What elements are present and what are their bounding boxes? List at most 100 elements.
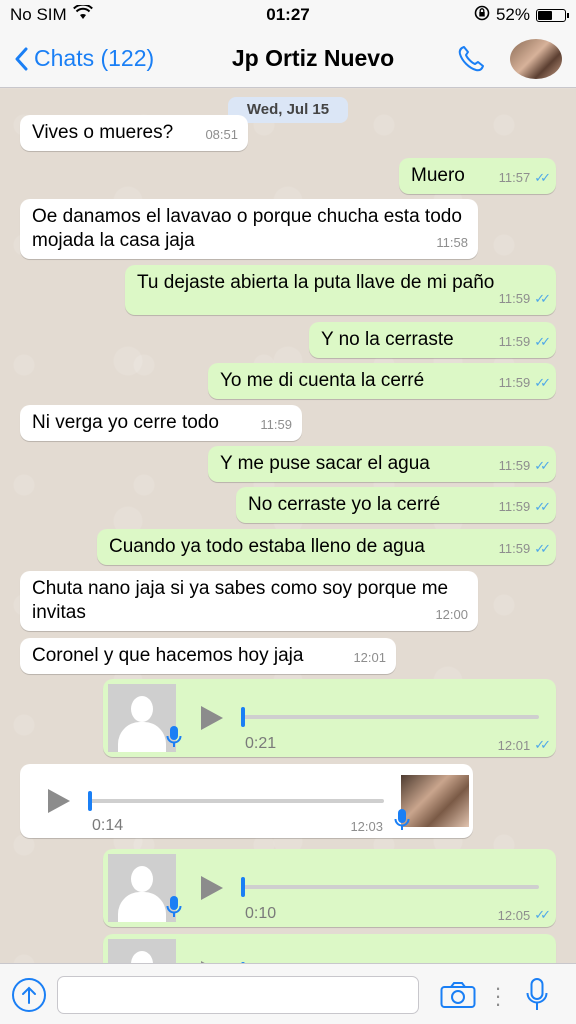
read-checkmark-icon: ✓✓ <box>534 375 551 390</box>
voice-message-outgoing[interactable]: 0:10 12:05 ✓✓ <box>103 849 556 927</box>
voice-message-outgoing-partial[interactable] <box>103 934 556 963</box>
battery-icon <box>536 8 569 22</box>
microphone-icon <box>166 896 182 917</box>
message-bubble-incoming[interactable]: Vives o mueres? 08:51 <box>20 115 248 151</box>
message-timestamp: 11:59 <box>498 375 531 390</box>
phone-icon[interactable] <box>456 44 486 74</box>
wifi-icon <box>72 3 93 25</box>
message-time: 11:59 ✓✓ <box>498 537 551 561</box>
message-time: 12:05 ✓✓ <box>497 907 551 923</box>
message-bubble-incoming[interactable]: Coronel y que hacemos hoy jaja 12:01 <box>20 638 396 674</box>
message-text: Y me puse sacar el agua <box>220 453 430 474</box>
sender-avatar-placeholder <box>108 939 176 963</box>
message-timestamp: 11:59 <box>498 541 531 556</box>
voice-duration: 0:14 <box>92 817 124 834</box>
message-timestamp: 12:01 <box>497 737 531 753</box>
message-timestamp: 11:59 <box>498 291 531 306</box>
voice-message-incoming[interactable]: 0:14 12:03 <box>20 764 473 838</box>
message-time: 12:01 <box>353 646 386 670</box>
upload-button[interactable] <box>12 978 46 1012</box>
message-text: Tu dejaste abierta la puta llave de mi p… <box>137 272 495 293</box>
message-bubble-outgoing[interactable]: Cuando ya todo estaba lleno de agua 11:5… <box>97 529 556 565</box>
read-checkmark-icon: ✓✓ <box>534 334 551 349</box>
message-bubble-outgoing[interactable]: Tu dejaste abierta la puta llave de mi p… <box>125 265 556 315</box>
voice-duration: 0:21 <box>245 735 277 752</box>
message-timestamp: 08:51 <box>205 127 238 142</box>
rotation-lock-icon <box>474 5 490 26</box>
microphone-icon[interactable] <box>526 978 548 1012</box>
chat-title[interactable]: Jp Ortiz Nuevo <box>200 45 426 72</box>
message-bubble-outgoing[interactable]: Yo me di cuenta la cerré 11:59 ✓✓ <box>208 363 556 399</box>
message-bubble-outgoing[interactable]: Y no la cerraste 11:59 ✓✓ <box>309 322 556 358</box>
chevron-left-icon <box>15 47 28 70</box>
status-right: 52% <box>366 5 569 26</box>
read-checkmark-icon: ✓✓ <box>534 291 551 306</box>
message-bubble-outgoing[interactable]: No cerraste yo la cerré 11:59 ✓✓ <box>236 487 556 523</box>
battery-level <box>538 10 552 20</box>
read-checkmark-icon: ✓✓ <box>534 907 551 922</box>
microphone-icon <box>394 809 410 830</box>
message-bubble-incoming[interactable]: Oe danamos el lavavao o porque chucha es… <box>20 199 478 259</box>
back-label: Chats (122) <box>34 45 155 71</box>
read-checkmark-icon: ✓✓ <box>534 458 551 473</box>
status-bar: No SIM 01:27 52% <box>0 0 576 30</box>
battery-percent: 52% <box>495 5 530 24</box>
status-left: No SIM <box>10 3 210 25</box>
input-bar: · · · <box>0 963 576 1024</box>
voice-progress-track[interactable] <box>90 799 384 803</box>
message-bubble-outgoing[interactable]: Y me puse sacar el agua 11:59 ✓✓ <box>208 446 556 482</box>
sender-avatar-photo <box>401 775 469 827</box>
message-time: 12:00 <box>435 603 468 627</box>
back-button[interactable]: Chats (122) <box>0 45 200 72</box>
message-time: 11:59 ✓✓ <box>498 371 551 395</box>
message-bubble-incoming[interactable]: Ni verga yo cerre todo 11:59 <box>20 405 302 441</box>
message-text: Cuando ya todo estaba lleno de agua <box>109 536 425 557</box>
message-text: Yo me di cuenta la cerré <box>220 370 425 391</box>
message-time: 12:03 <box>350 819 383 834</box>
message-timestamp: 11:59 <box>498 334 531 349</box>
message-text: Chuta nano jaja si ya sabes como soy por… <box>32 578 449 623</box>
message-time: 11:59 ✓✓ <box>499 454 551 478</box>
message-timestamp: 12:01 <box>353 650 386 665</box>
voice-progress-knob[interactable] <box>241 707 245 727</box>
voice-progress-knob[interactable] <box>88 791 92 811</box>
nav-bar: Chats (122) Jp Ortiz Nuevo <box>0 30 576 88</box>
voice-progress-knob[interactable] <box>241 877 245 897</box>
carrier-label: No SIM <box>10 5 67 24</box>
camera-icon[interactable] <box>440 981 476 1009</box>
more-dots-icon[interactable]: · · · <box>494 977 502 1015</box>
message-bubble-outgoing[interactable]: Muero 11:57 ✓✓ <box>399 158 556 194</box>
message-timestamp: 12:03 <box>350 819 383 834</box>
play-icon[interactable] <box>48 789 70 813</box>
upload-icon <box>22 986 36 1004</box>
read-checkmark-icon: ✓✓ <box>534 170 551 185</box>
message-text: Oe danamos el lavavao o porque chucha es… <box>32 206 462 251</box>
message-time: 08:51 <box>205 123 238 147</box>
read-checkmark-icon: ✓✓ <box>534 737 551 752</box>
message-input[interactable] <box>57 976 419 1014</box>
voice-progress-track[interactable] <box>243 885 539 889</box>
voice-progress-track[interactable] <box>243 715 539 719</box>
nav-actions <box>426 38 576 79</box>
message-text: Vives o mueres? <box>32 122 174 143</box>
read-checkmark-icon: ✓✓ <box>534 499 551 514</box>
message-text: No cerraste yo la cerré <box>248 494 441 515</box>
message-bubble-incoming[interactable]: Chuta nano jaja si ya sabes como soy por… <box>20 571 478 631</box>
message-text: Coronel y que hacemos hoy jaja <box>32 645 304 666</box>
contact-avatar[interactable] <box>510 38 562 79</box>
chat-area[interactable]: Wed, Jul 15 Vives o mueres? 08:51 Muero … <box>0 89 576 963</box>
status-time: 01:27 <box>266 5 310 24</box>
message-text: Y no la cerraste <box>321 329 454 350</box>
message-timestamp: 11:57 <box>498 170 531 185</box>
message-time: 11:58 <box>436 231 468 255</box>
message-time: 12:01 ✓✓ <box>497 737 551 753</box>
message-time: 11:59 <box>260 413 292 437</box>
play-icon[interactable] <box>201 876 223 900</box>
voice-duration: 0:10 <box>245 905 277 922</box>
message-timestamp: 12:05 <box>497 907 531 923</box>
voice-message-outgoing[interactable]: 0:21 12:01 ✓✓ <box>103 679 556 757</box>
message-timestamp: 11:59 <box>260 417 292 432</box>
read-checkmark-icon: ✓✓ <box>534 541 551 556</box>
message-timestamp: 11:59 <box>498 499 531 514</box>
play-icon[interactable] <box>201 706 223 730</box>
